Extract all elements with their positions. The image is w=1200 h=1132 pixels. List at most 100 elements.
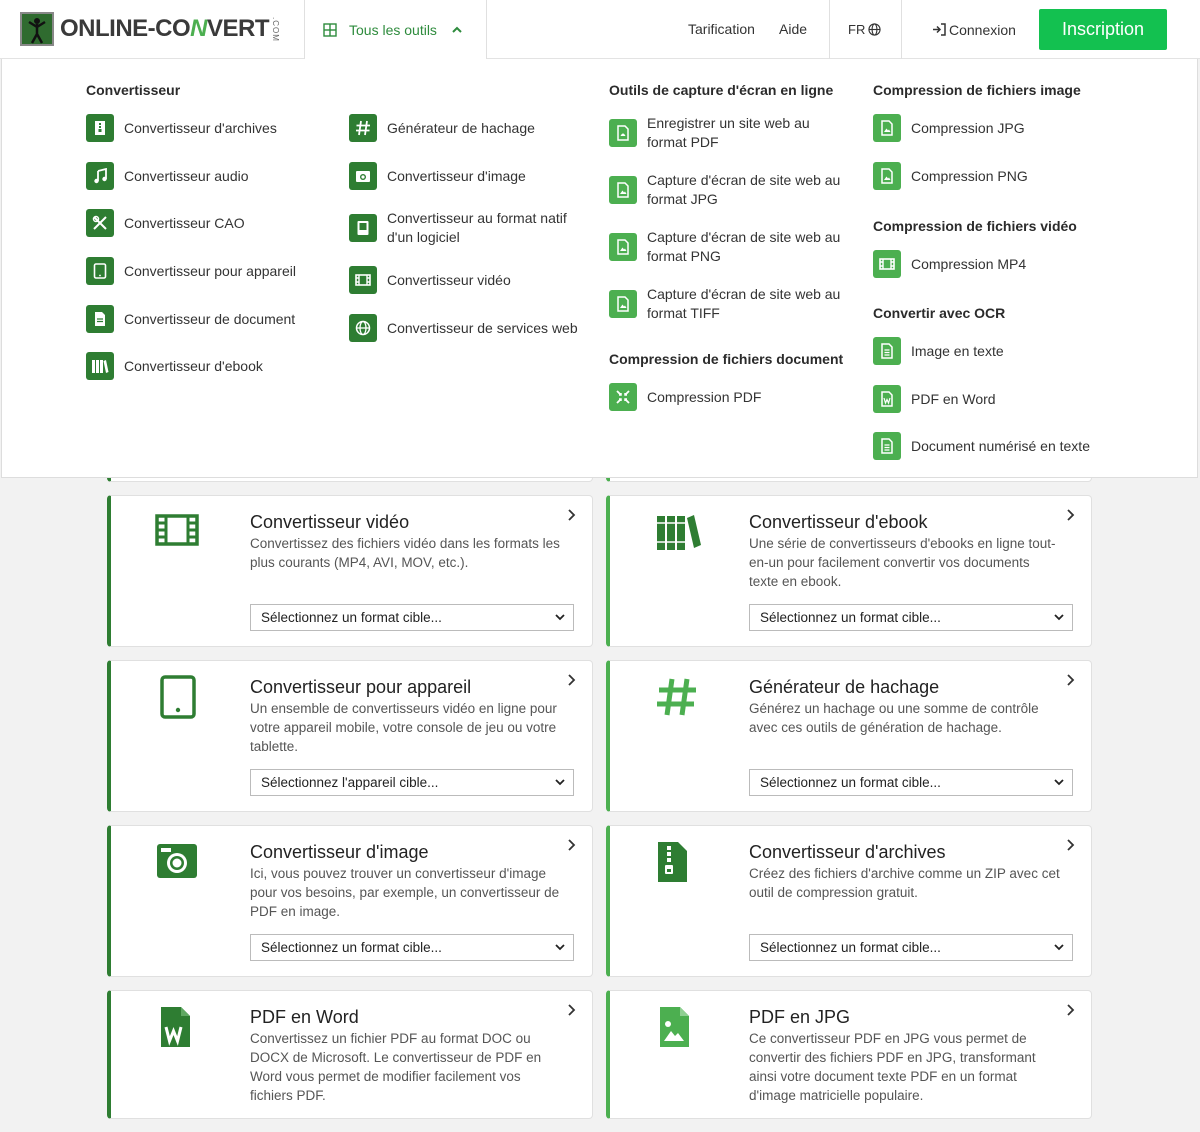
chevron-down-icon (1054, 944, 1064, 951)
menu-item-ebook-converter[interactable]: Convertisseur d'ebook (86, 352, 263, 380)
menu-item-website-to-jpg[interactable]: Capture d'écran de site web au format JP… (609, 171, 847, 209)
software-icon (349, 214, 377, 242)
chevron-right-icon (1067, 509, 1075, 521)
menu-item-pdf-to-word[interactable]: PDF en Word (873, 385, 996, 413)
chevron-down-icon (555, 779, 565, 786)
hash-icon (657, 678, 696, 716)
logo-wordmark: ONLINE-CONVERT (60, 15, 270, 42)
card-image-converter[interactable]: Convertisseur d'image Ici, vous pouvez t… (107, 825, 593, 977)
menu-item-device-converter[interactable]: Convertisseur pour appareil (86, 257, 296, 285)
books-icon (657, 515, 701, 550)
card-description: Un ensemble de convertisseurs vidéo en l… (250, 701, 557, 754)
image-file-icon (873, 114, 901, 142)
menu-item-website-to-pdf[interactable]: Enregistrer un site web au format PDF (609, 114, 847, 152)
pricing-link[interactable]: Tarification (688, 0, 755, 59)
all-tools-dropdown: Convertisseur Convertisseur d'archives C… (1, 59, 1198, 478)
card-description: Convertissez des fichiers vidéo dans les… (250, 536, 560, 570)
card-archive-converter[interactable]: Convertisseur d'archives Créez des fichi… (606, 825, 1092, 977)
login-link[interactable]: Connexion (932, 0, 1016, 59)
header-divider (901, 0, 902, 59)
logo[interactable]: ONLINE-CONVERT .COM (20, 11, 280, 47)
menu-item-scanned-doc-to-text[interactable]: Document numérisé en texte (873, 432, 1090, 460)
menu-item-pdf-compression[interactable]: Compression PDF (609, 383, 761, 411)
menu-item-image-to-text[interactable]: Image en texte (873, 337, 1004, 365)
card-title: Convertisseur d'archives (749, 842, 946, 862)
camera-icon (157, 844, 197, 878)
target-format-select[interactable]: Sélectionnez un format cible... (749, 769, 1073, 796)
camera-icon (349, 162, 377, 190)
all-tools-label: Tous les outils (349, 21, 437, 38)
target-format-select[interactable]: Sélectionnez un format cible... (749, 604, 1073, 631)
card-title: Convertisseur d'ebook (749, 512, 928, 532)
chevron-down-icon (1054, 779, 1064, 786)
card-description: Convertissez un fichier PDF au format DO… (250, 1031, 542, 1103)
menu-item-website-to-png[interactable]: Capture d'écran de site web au format PN… (609, 228, 847, 266)
screenshot-tools-heading: Outils de capture d'écran en ligne (609, 82, 834, 98)
tablet-icon (86, 257, 114, 285)
chevron-down-icon (1054, 614, 1064, 621)
menu-item-software-converter[interactable]: Convertisseur au format natif d'un logic… (349, 209, 587, 247)
film-icon (155, 514, 199, 546)
card-description: Créez des fichiers d'archive comme un ZI… (749, 866, 1060, 900)
globe-icon (868, 23, 881, 36)
menu-item-mp4-compression[interactable]: Compression MP4 (873, 250, 1026, 278)
archive-icon (658, 842, 687, 882)
word-file-icon (161, 1007, 190, 1047)
signup-button[interactable]: Inscription (1039, 9, 1167, 50)
card-video-converter[interactable]: Convertisseur vidéo Convertissez des fic… (107, 495, 593, 647)
card-ebook-converter[interactable]: Convertisseur d'ebook Une série de conve… (606, 495, 1092, 647)
cad-tools-icon (86, 209, 114, 237)
film-icon (349, 266, 377, 294)
card-pdf-to-word[interactable]: PDF en Word Convertissez un fichier PDF … (107, 990, 593, 1119)
card-title: Convertisseur pour appareil (250, 677, 472, 697)
language-selector[interactable]: FR (848, 0, 881, 59)
card-title: Convertisseur d'image (250, 842, 429, 862)
menu-item-png-compression[interactable]: Compression PNG (873, 162, 1028, 190)
compress-icon (609, 383, 637, 411)
menu-item-website-to-tiff[interactable]: Capture d'écran de site web au format TI… (609, 285, 847, 323)
text-file-icon (873, 337, 901, 365)
tablet-icon (160, 675, 196, 719)
video-compression-heading: Compression de fichiers vidéo (873, 218, 1077, 234)
card-title: Générateur de hachage (749, 677, 940, 697)
card-title: Convertisseur vidéo (250, 512, 410, 532)
books-icon (86, 352, 114, 380)
logo-com: .COM (271, 16, 281, 42)
card-description: Ce convertisseur PDF en JPG vous permet … (749, 1031, 1036, 1103)
header-divider (829, 0, 830, 59)
card-hash-generator[interactable]: Générateur de hachage Générez un hachage… (606, 660, 1092, 812)
login-label: Connexion (949, 21, 1016, 38)
chevron-right-icon (568, 1004, 576, 1016)
menu-item-archive-converter[interactable]: Convertisseur d'archives (86, 114, 277, 142)
pdf-file-icon (609, 119, 637, 147)
all-tools-button[interactable]: Tous les outils (305, 0, 486, 59)
menu-item-webservice-converter[interactable]: Convertisseur de services web (349, 314, 578, 342)
target-device-select[interactable]: Sélectionnez l'appareil cible... (250, 769, 574, 796)
help-link[interactable]: Aide (779, 0, 807, 59)
menu-item-document-converter[interactable]: Convertisseur de document (86, 305, 295, 333)
hash-icon (349, 114, 377, 142)
target-format-select[interactable]: Sélectionnez un format cible... (250, 934, 574, 961)
logo-figure-icon (20, 12, 54, 46)
image-file-icon (873, 162, 901, 190)
card-title: PDF en JPG (749, 1007, 851, 1027)
film-icon (873, 250, 901, 278)
menu-item-hash-generator[interactable]: Générateur de hachage (349, 114, 535, 142)
card-description: Ici, vous pouvez trouver un convertisseu… (250, 866, 560, 919)
chevron-right-icon (1067, 674, 1075, 686)
menu-item-image-converter[interactable]: Convertisseur d'image (349, 162, 526, 190)
menu-item-cad-converter[interactable]: Convertisseur CAO (86, 209, 245, 237)
music-note-icon (86, 162, 114, 190)
globe-icon (349, 314, 377, 342)
chevron-right-icon (1067, 839, 1075, 851)
menu-item-video-converter[interactable]: Convertisseur vidéo (349, 266, 511, 294)
target-format-select[interactable]: Sélectionnez un format cible... (749, 934, 1073, 961)
target-format-select[interactable]: Sélectionnez un format cible... (250, 604, 574, 631)
ocr-heading: Convertir avec OCR (873, 305, 1006, 321)
header-divider (486, 0, 487, 59)
document-icon (86, 305, 114, 333)
menu-item-audio-converter[interactable]: Convertisseur audio (86, 162, 249, 190)
card-device-converter[interactable]: Convertisseur pour appareil Un ensemble … (107, 660, 593, 812)
menu-item-jpg-compression[interactable]: Compression JPG (873, 114, 1025, 142)
card-pdf-to-jpg[interactable]: PDF en JPG Ce convertisseur PDF en JPG v… (606, 990, 1092, 1119)
